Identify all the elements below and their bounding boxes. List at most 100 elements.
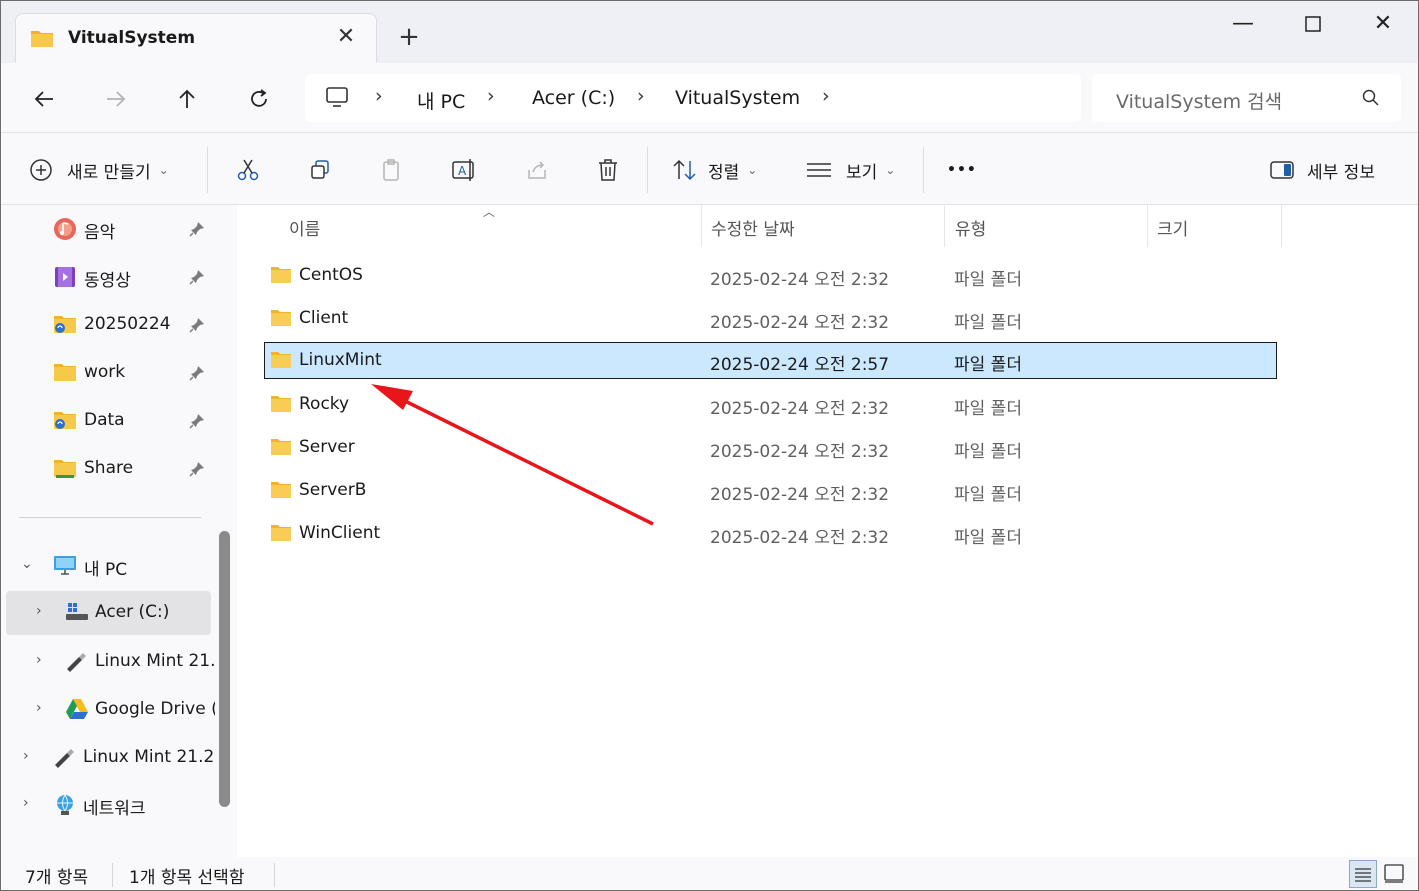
folder-icon: [270, 480, 292, 505]
paste-button[interactable]: [380, 155, 404, 185]
search-input[interactable]: VitualSystem 검색: [1092, 74, 1401, 122]
refresh-button[interactable]: [241, 81, 277, 117]
chevron-right-icon[interactable]: ›: [23, 795, 29, 811]
sidebar-divider: [19, 517, 201, 518]
scissors-icon: [237, 159, 259, 181]
toolbar-divider: [207, 147, 208, 193]
breadcrumb-my-pc[interactable]: 내 PC: [417, 87, 465, 114]
sidebar-item-google-drive[interactable]: › Google Drive (: [1, 688, 218, 732]
view-button-label: 보기: [846, 162, 878, 183]
folder-icon: [270, 437, 292, 462]
sidebar-item-label: 네트워크: [83, 799, 146, 819]
monitor-icon: [53, 554, 77, 578]
pin-icon: [189, 413, 205, 434]
sidebar-item-linux-mint-usb[interactable]: › Linux Mint 21.2: [1, 640, 226, 684]
sidebar-item-acer-c[interactable]: › Acer (C:): [6, 591, 211, 635]
sort-button[interactable]: 정렬 ⌄: [672, 155, 757, 185]
chevron-right-icon[interactable]: ›: [36, 603, 42, 619]
status-bar: 7개 항목 1개 항목 선택함: [1, 857, 1418, 890]
chevron-right-icon[interactable]: ›: [23, 748, 29, 764]
copy-button[interactable]: [308, 155, 332, 185]
file-row-linuxmint[interactable]: LinuxMint 2025-02-24 오전 2:57 파일 폴더: [264, 342, 1277, 379]
address-bar[interactable]: › 내 PC › Acer (C:) › VitualSystem ›: [305, 74, 1081, 122]
rename-icon: A: [452, 159, 474, 181]
sidebar-item-label: 내 PC: [84, 560, 128, 580]
sidebar-item-20250224[interactable]: 20250224: [1, 303, 211, 347]
file-row-rocky[interactable]: Rocky 2025-02-24 오전 2:32 파일 폴더: [264, 386, 1277, 423]
folder-icon: [270, 394, 292, 419]
search-icon: [1362, 89, 1380, 112]
tab-vitualsystem[interactable]: VitualSystem ✕: [15, 13, 377, 63]
file-name: Server: [299, 437, 355, 457]
share-icon: [528, 161, 546, 179]
rename-button[interactable]: A: [451, 155, 477, 185]
sidebar-item-videos[interactable]: 동영상: [1, 255, 211, 299]
column-header-size[interactable]: 크기: [1157, 205, 1188, 247]
column-divider[interactable]: [701, 205, 702, 247]
google-drive-icon: [65, 698, 89, 722]
sidebar-item-label: Data: [84, 410, 125, 430]
file-type: 파일 폴더: [954, 528, 1022, 548]
cut-button[interactable]: [236, 155, 260, 185]
breadcrumb-separator: ›: [637, 85, 645, 107]
file-row-server[interactable]: Server 2025-02-24 오전 2:32 파일 폴더: [264, 429, 1277, 466]
back-button[interactable]: [26, 81, 62, 117]
navigation-bar: › 내 PC › Acer (C:) › VitualSystem › Vitu…: [1, 63, 1418, 133]
chevron-right-icon[interactable]: ›: [36, 700, 42, 716]
breadcrumb-acer-c[interactable]: Acer (C:): [532, 87, 615, 109]
tiles-view-button[interactable]: [1381, 860, 1409, 888]
view-button[interactable]: 보기 ⌄: [806, 155, 895, 185]
file-row-winclient[interactable]: WinClient 2025-02-24 오전 2:32 파일 폴더: [264, 515, 1277, 552]
sidebar-item-share[interactable]: Share: [1, 447, 211, 491]
up-button[interactable]: [169, 81, 205, 117]
sidebar-item-work[interactable]: work: [1, 351, 211, 395]
new-button[interactable]: 새로 만들기 ⌄: [29, 155, 169, 185]
breadcrumb-separator: ›: [375, 85, 383, 107]
column-divider[interactable]: [944, 205, 945, 247]
selected-count: 1개 항목 선택함: [129, 868, 245, 888]
sidebar-scrollbar-thumb[interactable]: [219, 531, 230, 807]
sidebar-item-linux-mint-usb-2[interactable]: › Linux Mint 21.2: [1, 736, 214, 780]
more-options-button[interactable]: •••: [947, 155, 977, 185]
command-bar: 새로 만들기 ⌄ A 정렬 ⌄ 보기 ⌄ ••• 세부 정보: [1, 133, 1418, 205]
forward-button[interactable]: [98, 81, 134, 117]
chevron-down-icon[interactable]: ⌄: [21, 556, 33, 572]
folder-share-icon: [53, 457, 77, 481]
details-pane-button[interactable]: 세부 정보: [1269, 155, 1375, 185]
file-date: 2025-02-24 오전 2:32: [710, 313, 890, 333]
file-date: 2025-02-24 오전 2:32: [710, 485, 890, 505]
details-view-icon: [1355, 868, 1371, 882]
tab-close-icon[interactable]: ✕: [332, 23, 360, 51]
column-header-date[interactable]: 수정한 날짜: [711, 205, 795, 247]
folder-icon: [270, 265, 292, 290]
file-date: 2025-02-24 오전 2:32: [710, 528, 890, 548]
details-view-button[interactable]: [1349, 860, 1377, 888]
column-header-type[interactable]: 유형: [955, 205, 986, 247]
sidebar-item-music[interactable]: 음악: [1, 207, 211, 251]
file-row-serverb[interactable]: ServerB 2025-02-24 오전 2:32 파일 폴더: [264, 472, 1277, 509]
share-button[interactable]: [525, 155, 549, 185]
breadcrumb-vitualsystem[interactable]: VitualSystem: [675, 87, 800, 109]
file-name: Client: [299, 308, 349, 328]
new-tab-button[interactable]: +: [395, 23, 423, 51]
file-row-client[interactable]: Client 2025-02-24 오전 2:32 파일 폴더: [264, 300, 1277, 337]
column-divider[interactable]: [1147, 205, 1148, 247]
file-type: 파일 폴더: [954, 313, 1022, 333]
file-row-centos[interactable]: CentOS 2025-02-24 오전 2:32 파일 폴더: [264, 257, 1277, 294]
item-count: 7개 항목: [25, 868, 89, 888]
column-divider[interactable]: [1281, 205, 1282, 247]
toolbar-divider: [923, 147, 924, 193]
delete-button[interactable]: [596, 155, 620, 185]
sidebar-item-network[interactable]: › 네트워크: [1, 783, 211, 827]
sidebar-item-label: 동영상: [84, 271, 131, 291]
close-button[interactable]: ✕: [1363, 9, 1403, 39]
chevron-down-icon: ⌄: [158, 163, 169, 177]
sidebar-item-data[interactable]: Data: [1, 399, 211, 443]
sidebar-item-my-pc[interactable]: ⌄ 내 PC: [1, 544, 211, 588]
breadcrumb-separator: ›: [822, 85, 830, 107]
minimize-button[interactable]: —: [1223, 9, 1263, 39]
maximize-button[interactable]: [1293, 9, 1333, 39]
column-header-name[interactable]: 이름: [289, 205, 320, 247]
file-name: LinuxMint: [299, 350, 382, 370]
chevron-right-icon[interactable]: ›: [36, 652, 42, 668]
